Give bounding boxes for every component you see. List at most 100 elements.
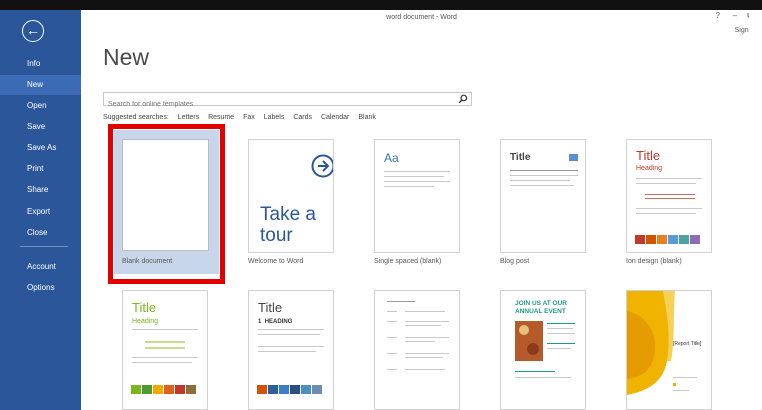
nav-print[interactable]: Print [0, 159, 81, 179]
suggested-fax[interactable]: Fax [243, 114, 255, 121]
r2a-title: Title [132, 300, 157, 315]
color-swatch [668, 235, 678, 244]
template-row2-heading[interactable]: Title 1 HEADING [248, 290, 334, 410]
text-line [387, 311, 397, 312]
event-line-1: JOIN US AT OUR [515, 300, 568, 307]
nav-new[interactable]: New [0, 75, 81, 95]
text-line [636, 213, 696, 214]
text-line [405, 369, 445, 370]
template-caption-tour: Welcome to Word [248, 258, 304, 265]
nav-save-as[interactable]: Save As [0, 138, 81, 158]
template-row2-report[interactable]: [Report Title] [626, 290, 712, 410]
text-line [673, 377, 697, 378]
word-backstage-window: ← Info New Open Save Save As Print Share… [0, 0, 762, 410]
vertical-scrollbar[interactable] [749, 10, 762, 410]
top-border [0, 0, 762, 10]
text-line [387, 337, 397, 338]
color-swatch [279, 385, 289, 394]
text-line [405, 357, 443, 358]
color-swatch [186, 385, 196, 394]
suggested-letters[interactable]: Letters [178, 114, 199, 121]
single-aa: Aa [384, 151, 399, 165]
text-line [636, 183, 696, 184]
page-title: New [103, 44, 150, 70]
nav-close[interactable]: Close [0, 223, 81, 243]
r2b-title: Title [258, 300, 283, 315]
text-line [387, 353, 397, 354]
color-swatch [153, 385, 163, 394]
search-icon[interactable] [458, 94, 468, 104]
nav-account[interactable]: Account [0, 257, 81, 277]
color-swatch [312, 385, 322, 394]
event-heading: JOIN US AT OUR ANNUAL EVENT [515, 300, 567, 316]
suggested-label: Suggested searches: [103, 114, 169, 121]
template-single-spaced[interactable]: Aa [374, 139, 460, 253]
nav-open[interactable]: Open [0, 96, 81, 116]
color-swatch [131, 385, 141, 394]
accent-line [145, 347, 185, 349]
text-line [510, 170, 578, 171]
r2a-heading: Heading [132, 318, 159, 325]
accent-line [645, 194, 695, 195]
color-swatch [142, 385, 152, 394]
arrow-right-icon [311, 154, 333, 178]
nav-share[interactable]: Share [0, 180, 81, 200]
suggested-cards[interactable]: Cards [293, 114, 312, 121]
nav-export[interactable]: Export [0, 202, 81, 222]
color-swatch [290, 385, 300, 394]
help-icon[interactable]: ? [716, 11, 720, 20]
template-take-a-tour[interactable]: Take a tour [248, 139, 334, 253]
color-swatch [646, 235, 656, 244]
suggested-resume[interactable]: Resume [208, 114, 234, 121]
template-row2-resume[interactable] [374, 290, 460, 410]
tour-line-1: Take a [260, 204, 316, 225]
blog-title: Title [510, 152, 531, 163]
window-title: word document - Word [386, 14, 457, 21]
backstage-sidebar: ← Info New Open Save Save As Print Share… [0, 10, 81, 410]
suggested-labels[interactable]: Labels [264, 114, 285, 121]
r2b-heading: HEADING [264, 319, 293, 325]
text-line [258, 334, 320, 335]
text-line [547, 348, 571, 349]
search-box[interactable] [103, 92, 472, 111]
text-line [387, 321, 397, 322]
text-line [636, 178, 702, 179]
text-line [384, 181, 450, 182]
template-caption-blog: Blog post [500, 258, 530, 265]
search-input[interactable] [104, 98, 452, 111]
event-photo-detail [519, 325, 529, 335]
nav-save[interactable]: Save [0, 117, 81, 137]
r2b-heading-row: 1 HEADING [258, 319, 292, 325]
text-line [387, 301, 415, 302]
text-line [515, 377, 571, 378]
text-line [547, 333, 575, 334]
template-row2-green[interactable]: Title Heading [122, 290, 208, 410]
nav-info[interactable]: Info [0, 54, 81, 74]
template-blog-post[interactable]: Title [500, 139, 586, 253]
accent-dot [673, 383, 676, 386]
text-line [547, 323, 575, 324]
accent-line [645, 198, 695, 199]
suggested-calendar[interactable]: Calendar [321, 114, 349, 121]
nav-options[interactable]: Options [0, 278, 81, 298]
text-line [673, 390, 689, 391]
suggested-searches: Suggested searches: Letters Resume Fax L… [103, 114, 383, 121]
text-line [258, 346, 324, 347]
template-caption-single: Single spaced (blank) [374, 258, 442, 265]
color-swatch [257, 385, 267, 394]
text-line [384, 171, 450, 172]
suggested-blank[interactable]: Blank [358, 114, 376, 121]
template-row2-event-flyer[interactable]: JOIN US AT OUR ANNUAL EVENT [500, 290, 586, 410]
tour-text: Take a tour [260, 204, 316, 246]
report-title: [Report Title] [673, 341, 702, 347]
back-arrow-icon[interactable]: ← [22, 20, 44, 42]
color-swatch [690, 235, 700, 244]
text-line [515, 371, 555, 372]
color-swatch [657, 235, 667, 244]
minimize-icon[interactable]: – [733, 11, 737, 20]
template-ion-design[interactable]: Title Heading [626, 139, 712, 253]
text-line [405, 311, 445, 312]
text-line [384, 176, 444, 177]
text-line [510, 180, 570, 181]
color-swatch [175, 385, 185, 394]
